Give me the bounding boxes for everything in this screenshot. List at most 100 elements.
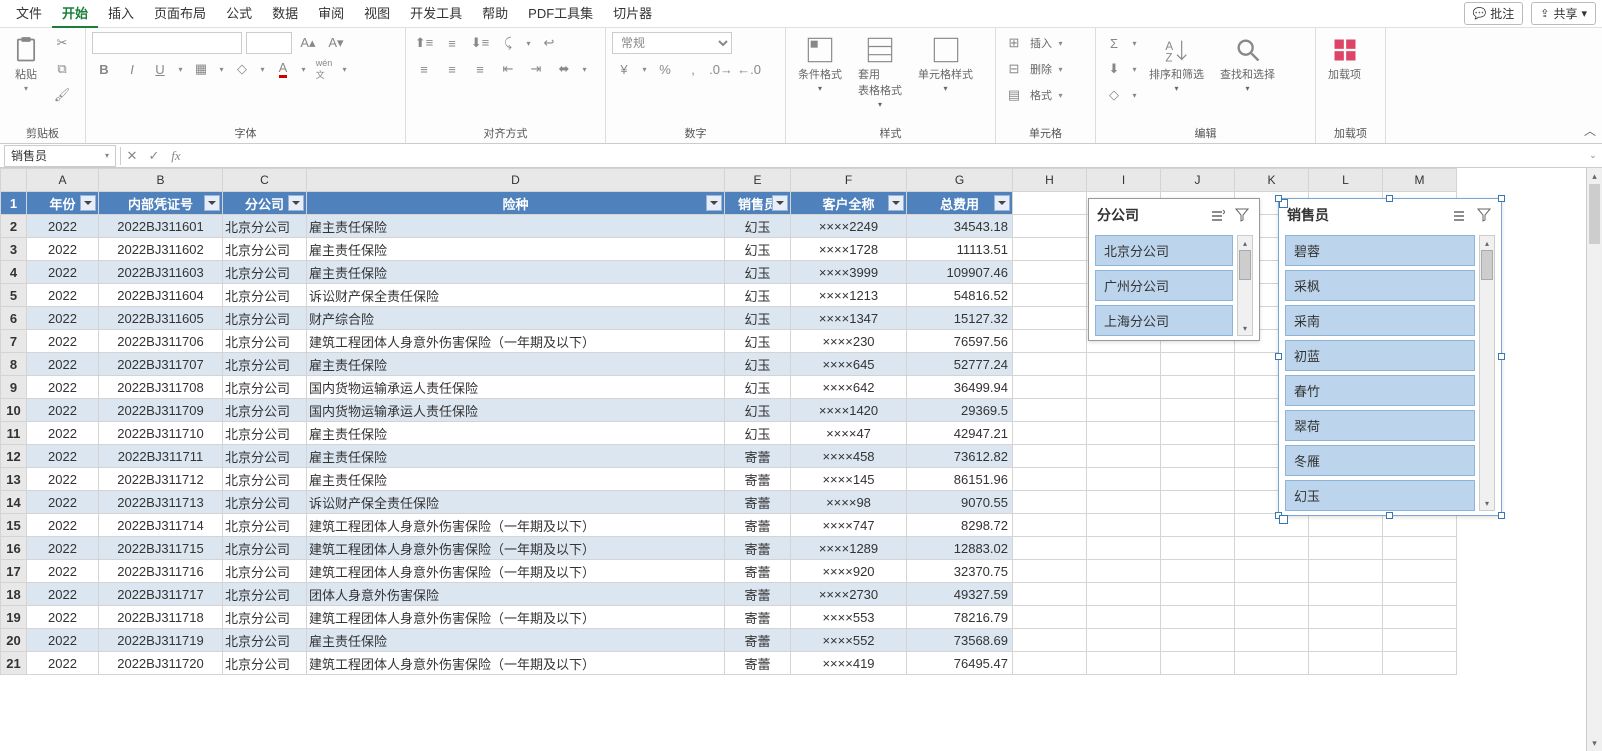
cell[interactable] bbox=[1235, 606, 1309, 629]
cell[interactable]: ××××642 bbox=[791, 376, 907, 399]
cell[interactable]: ××××1728 bbox=[791, 238, 907, 261]
cell[interactable]: 诉讼财产保全责任保险 bbox=[307, 491, 725, 514]
slicer-salesperson[interactable]: 销售员 碧蓉采枫采南初蓝春竹翠荷冬雁幻玉 ▴▾ bbox=[1278, 198, 1502, 516]
row-header[interactable]: 20 bbox=[1, 629, 27, 652]
cell[interactable]: 团体人身意外伤害保险 bbox=[307, 583, 725, 606]
cell[interactable] bbox=[1013, 652, 1087, 675]
cell[interactable]: ××××458 bbox=[791, 445, 907, 468]
slicer-item[interactable]: 采南 bbox=[1285, 305, 1475, 336]
cell[interactable]: 2022 bbox=[27, 514, 99, 537]
col-header-G[interactable]: G bbox=[907, 169, 1013, 192]
cell[interactable]: 2022BJ311713 bbox=[99, 491, 223, 514]
cell[interactable]: 寄蕾 bbox=[725, 537, 791, 560]
row-header[interactable]: 9 bbox=[1, 376, 27, 399]
merge-button[interactable]: ⬌ bbox=[552, 58, 576, 80]
cell[interactable]: 幻玉 bbox=[725, 422, 791, 445]
find-select-button[interactable]: 查找和选择▾ bbox=[1214, 32, 1281, 97]
cell[interactable]: 32370.75 bbox=[907, 560, 1013, 583]
cell[interactable]: 2022BJ311716 bbox=[99, 560, 223, 583]
filter-dropdown-button[interactable] bbox=[888, 195, 904, 211]
cell[interactable] bbox=[1383, 583, 1457, 606]
slicer-item[interactable]: 初蓝 bbox=[1285, 340, 1475, 371]
cell[interactable]: 北京分公司 bbox=[223, 514, 307, 537]
cell[interactable]: 9070.55 bbox=[907, 491, 1013, 514]
decrease-indent-button[interactable]: ⇤ bbox=[496, 58, 520, 80]
cell[interactable]: ××××1289 bbox=[791, 537, 907, 560]
cell[interactable]: 2022 bbox=[27, 399, 99, 422]
cell[interactable]: ××××1347 bbox=[791, 307, 907, 330]
cell[interactable]: 寄蕾 bbox=[725, 583, 791, 606]
copy-button[interactable]: ⧉ bbox=[50, 58, 74, 80]
cell[interactable] bbox=[1383, 560, 1457, 583]
cell[interactable]: ××××98 bbox=[791, 491, 907, 514]
table-header[interactable]: 销售员 bbox=[725, 192, 791, 215]
row-header[interactable]: 6 bbox=[1, 307, 27, 330]
menu-tab-文件[interactable]: 文件 bbox=[6, 0, 52, 28]
cell[interactable]: 北京分公司 bbox=[223, 284, 307, 307]
cell[interactable]: 雇主责任保险 bbox=[307, 468, 725, 491]
name-box[interactable]: 销售员▾ bbox=[4, 145, 116, 167]
cell[interactable]: 2022BJ311720 bbox=[99, 652, 223, 675]
cell[interactable]: 雇主责任保险 bbox=[307, 261, 725, 284]
menu-tab-审阅[interactable]: 审阅 bbox=[308, 0, 354, 28]
cell[interactable]: 幻玉 bbox=[725, 353, 791, 376]
cell[interactable] bbox=[1087, 491, 1161, 514]
cell[interactable]: 建筑工程团体人身意外伤害保险（一年期及以下） bbox=[307, 537, 725, 560]
align-bottom-button[interactable]: ⬇≡ bbox=[468, 32, 492, 54]
cell[interactable] bbox=[1013, 422, 1087, 445]
cell[interactable]: 幻玉 bbox=[725, 261, 791, 284]
menu-tab-切片器[interactable]: 切片器 bbox=[603, 0, 662, 28]
row-header[interactable]: 13 bbox=[1, 468, 27, 491]
increase-decimal-button[interactable]: .0→ bbox=[709, 58, 733, 80]
slicer-item[interactable]: 广州分公司 bbox=[1095, 270, 1233, 301]
comment-button[interactable]: 💬批注 bbox=[1464, 2, 1524, 25]
col-header-I[interactable]: I bbox=[1087, 169, 1161, 192]
cell[interactable]: 2022BJ311605 bbox=[99, 307, 223, 330]
cell[interactable]: 78216.79 bbox=[907, 606, 1013, 629]
col-header-B[interactable]: B bbox=[99, 169, 223, 192]
slicer-scrollbar[interactable]: ▴▾ bbox=[1479, 235, 1495, 511]
font-color-button[interactable]: A bbox=[271, 58, 295, 80]
cell[interactable] bbox=[1013, 330, 1087, 353]
cell[interactable] bbox=[1235, 583, 1309, 606]
cell[interactable]: ××××1420 bbox=[791, 399, 907, 422]
font-size-combo[interactable] bbox=[246, 32, 292, 54]
cell[interactable]: 雇主责任保险 bbox=[307, 422, 725, 445]
col-header-A[interactable]: A bbox=[27, 169, 99, 192]
increase-font-button[interactable]: A▴ bbox=[296, 32, 320, 54]
cell[interactable]: ××××747 bbox=[791, 514, 907, 537]
filter-dropdown-button[interactable] bbox=[204, 195, 220, 211]
cell[interactable]: 76597.56 bbox=[907, 330, 1013, 353]
cell[interactable]: 北京分公司 bbox=[223, 353, 307, 376]
table-header[interactable]: 险种 bbox=[307, 192, 725, 215]
cell[interactable]: 北京分公司 bbox=[223, 537, 307, 560]
cell[interactable] bbox=[1013, 376, 1087, 399]
cell[interactable]: ××××419 bbox=[791, 652, 907, 675]
menu-tab-页面布局[interactable]: 页面布局 bbox=[144, 0, 216, 28]
sort-filter-button[interactable]: AZ排序和筛选▾ bbox=[1143, 32, 1210, 97]
cell[interactable] bbox=[1161, 652, 1235, 675]
accept-formula-button[interactable]: ✓ bbox=[143, 148, 165, 164]
cell[interactable] bbox=[1087, 583, 1161, 606]
row-header[interactable]: 14 bbox=[1, 491, 27, 514]
cell[interactable]: 109907.46 bbox=[907, 261, 1013, 284]
cell[interactable]: 2022BJ311710 bbox=[99, 422, 223, 445]
cell[interactable]: 建筑工程团体人身意外伤害保险（一年期及以下） bbox=[307, 560, 725, 583]
cell[interactable]: 2022BJ311714 bbox=[99, 514, 223, 537]
col-header-K[interactable]: K bbox=[1235, 169, 1309, 192]
filter-dropdown-button[interactable] bbox=[288, 195, 304, 211]
bold-button[interactable]: B bbox=[92, 58, 116, 80]
fill-color-button[interactable]: ◇ bbox=[230, 58, 254, 80]
format-cells-button[interactable]: ▤ bbox=[1002, 84, 1026, 106]
cell[interactable]: 2022 bbox=[27, 606, 99, 629]
menu-tab-开始[interactable]: 开始 bbox=[52, 0, 98, 28]
cell[interactable]: 国内货物运输承运人责任保险 bbox=[307, 399, 725, 422]
slicer-item[interactable]: 幻玉 bbox=[1285, 480, 1475, 511]
cancel-formula-button[interactable]: ✕ bbox=[121, 148, 143, 164]
cell[interactable] bbox=[1309, 652, 1383, 675]
cell[interactable]: 2022BJ311715 bbox=[99, 537, 223, 560]
cell[interactable] bbox=[1161, 606, 1235, 629]
cut-button[interactable]: ✂ bbox=[50, 32, 74, 54]
cell[interactable] bbox=[1087, 514, 1161, 537]
row-header[interactable]: 4 bbox=[1, 261, 27, 284]
